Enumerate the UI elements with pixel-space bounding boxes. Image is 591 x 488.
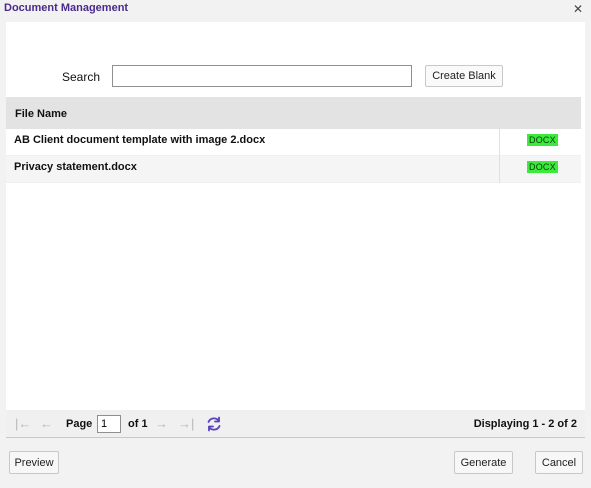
- title-bar: Document Management ✕: [0, 0, 591, 20]
- table-row[interactable]: Privacy statement.docx DOCX: [6, 156, 581, 183]
- docx-badge: DOCX: [527, 161, 558, 173]
- file-name-cell: AB Client document template with image 2…: [14, 134, 266, 146]
- next-page-icon[interactable]: →: [155, 416, 168, 431]
- cancel-button[interactable]: Cancel: [535, 451, 583, 474]
- first-page-icon[interactable]: |←: [15, 416, 31, 431]
- file-name-cell: Privacy statement.docx: [14, 161, 137, 173]
- dialog-title: Document Management: [4, 2, 129, 14]
- create-blank-button[interactable]: Create Blank: [425, 65, 503, 87]
- file-type-cell: DOCX: [499, 129, 581, 156]
- search-label: Search: [62, 70, 101, 84]
- table-row[interactable]: AB Client document template with image 2…: [6, 129, 581, 156]
- grid-header: File Name: [6, 97, 581, 129]
- search-input[interactable]: [112, 65, 412, 87]
- docx-badge: DOCX: [527, 134, 558, 146]
- last-page-icon[interactable]: →|: [178, 416, 194, 431]
- page-count-label: of 1: [128, 418, 148, 430]
- display-info: Displaying 1 - 2 of 2: [473, 418, 577, 430]
- page-number-input[interactable]: [97, 415, 121, 433]
- document-management-dialog: Document Management ✕ Search Create Blan…: [0, 0, 591, 488]
- preview-button[interactable]: Preview: [9, 451, 59, 474]
- generate-button[interactable]: Generate: [454, 451, 513, 474]
- page-label: Page: [66, 418, 93, 430]
- refresh-icon[interactable]: [205, 415, 223, 433]
- pagination-toolbar: |← ← Page of 1 → →| Displaying 1 - 2 of …: [6, 410, 585, 438]
- close-icon[interactable]: ✕: [571, 2, 585, 16]
- content-panel: Search Create Blank File Name AB Client …: [6, 22, 585, 438]
- prev-page-icon[interactable]: ←: [40, 416, 53, 431]
- file-type-cell: DOCX: [499, 156, 581, 183]
- file-grid: File Name AB Client document template wi…: [6, 97, 581, 183]
- column-header-file-name[interactable]: File Name: [15, 108, 67, 120]
